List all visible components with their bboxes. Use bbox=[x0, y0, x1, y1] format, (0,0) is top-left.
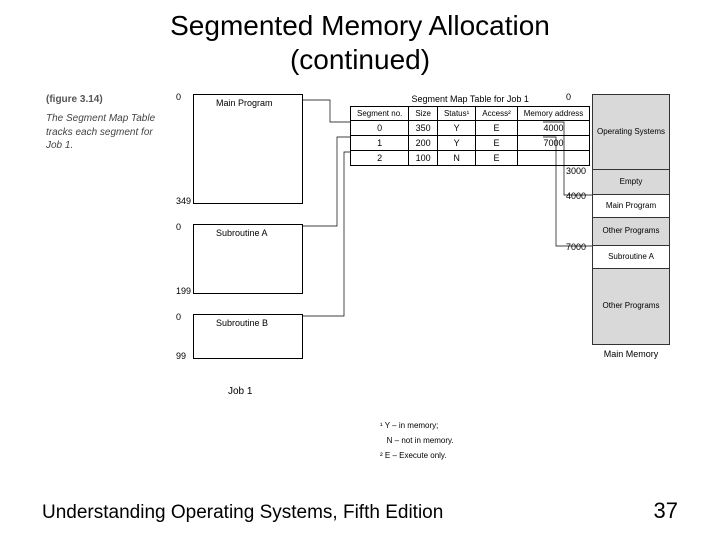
cell: E bbox=[476, 151, 517, 166]
scale-label: 349 bbox=[176, 196, 191, 206]
scale-label: 0 bbox=[176, 92, 181, 102]
smt-header: Size bbox=[409, 107, 438, 121]
smt-header: Status¹ bbox=[437, 107, 475, 121]
mem-block-other: Other Programs bbox=[593, 218, 669, 246]
segment-subroutine-b: 0 Subroutine B 99 bbox=[193, 314, 303, 359]
smt-title: Segment Map Table for Job 1 bbox=[350, 94, 590, 104]
figure-reference: (figure 3.14) bbox=[46, 94, 103, 105]
caption-line: Job 1. bbox=[46, 140, 73, 151]
cell: N bbox=[437, 151, 475, 166]
scale-label: 0 bbox=[566, 92, 571, 102]
scale-label: 99 bbox=[176, 351, 186, 361]
footnote-line: N – not in memory. bbox=[380, 435, 454, 446]
footnote-line: ¹ Y – in memory; bbox=[380, 420, 454, 431]
cell: Y bbox=[437, 121, 475, 136]
cell: E bbox=[476, 121, 517, 136]
scale-label: 7000 bbox=[566, 242, 586, 252]
cell: 0 bbox=[351, 121, 409, 136]
mem-block-empty: Empty bbox=[593, 170, 669, 195]
table-row: 1 200 Y E 7000 bbox=[351, 136, 590, 151]
scale-label: 0 bbox=[176, 312, 181, 322]
smt-header: Segment no. bbox=[351, 107, 409, 121]
slide-title: Segmented Memory Allocation bbox=[0, 10, 720, 42]
page-number: 37 bbox=[654, 498, 678, 524]
cell: Y bbox=[437, 136, 475, 151]
caption-line: The Segment Map Table bbox=[46, 113, 155, 124]
scale-label: 4000 bbox=[566, 191, 586, 201]
scale-label: 3000 bbox=[566, 166, 586, 176]
cell: E bbox=[476, 136, 517, 151]
smt-header: Access² bbox=[476, 107, 517, 121]
mem-block-os: Operating Systems bbox=[593, 95, 669, 170]
cell: 350 bbox=[409, 121, 438, 136]
segment-label: Subroutine B bbox=[216, 318, 268, 328]
segment-map-table: Segment Map Table for Job 1 Segment no. … bbox=[350, 94, 590, 166]
smt-grid: Segment no. Size Status¹ Access² Memory … bbox=[350, 106, 590, 166]
memory-column: Operating Systems Empty Main Program Oth… bbox=[592, 94, 670, 345]
cell: 4000 bbox=[517, 121, 590, 136]
mem-block-main: Main Program bbox=[593, 195, 669, 218]
segment-subroutine-a: 0 Subroutine A 199 bbox=[193, 224, 303, 294]
mem-block-suba: Subroutine A bbox=[593, 246, 669, 269]
figure-caption: The Segment Map Table tracks each segmen… bbox=[46, 112, 166, 153]
slide-subtitle: (continued) bbox=[0, 44, 720, 76]
scale-label: 199 bbox=[176, 286, 191, 296]
segment-label: Main Program bbox=[216, 98, 273, 108]
table-row: 0 350 Y E 4000 bbox=[351, 121, 590, 136]
smt-header: Memory address bbox=[517, 107, 590, 121]
footer-text: Understanding Operating Systems, Fifth E… bbox=[42, 502, 443, 524]
job-segments: 0 Main Program 349 0 Subroutine A 199 0 … bbox=[175, 94, 325, 379]
segment-main-program: 0 Main Program 349 bbox=[193, 94, 303, 204]
footnote-line: ² E – Execute only. bbox=[380, 450, 454, 461]
cell bbox=[517, 151, 590, 166]
cell: 100 bbox=[409, 151, 438, 166]
memory-title: Main Memory bbox=[592, 349, 670, 359]
scale-label: 0 bbox=[176, 222, 181, 232]
cell: 200 bbox=[409, 136, 438, 151]
cell: 1 bbox=[351, 136, 409, 151]
cell: 7000 bbox=[517, 136, 590, 151]
table-row: 2 100 N E bbox=[351, 151, 590, 166]
caption-line: tracks each segment for bbox=[46, 127, 153, 138]
main-memory: 0 3000 4000 7000 Operating Systems Empty… bbox=[592, 94, 670, 359]
segment-label: Subroutine A bbox=[216, 228, 268, 238]
footnotes: ¹ Y – in memory; N – not in memory. ² E … bbox=[380, 420, 454, 466]
cell: 2 bbox=[351, 151, 409, 166]
mem-block-other: Other Programs bbox=[593, 269, 669, 344]
job-label: Job 1 bbox=[228, 386, 252, 397]
